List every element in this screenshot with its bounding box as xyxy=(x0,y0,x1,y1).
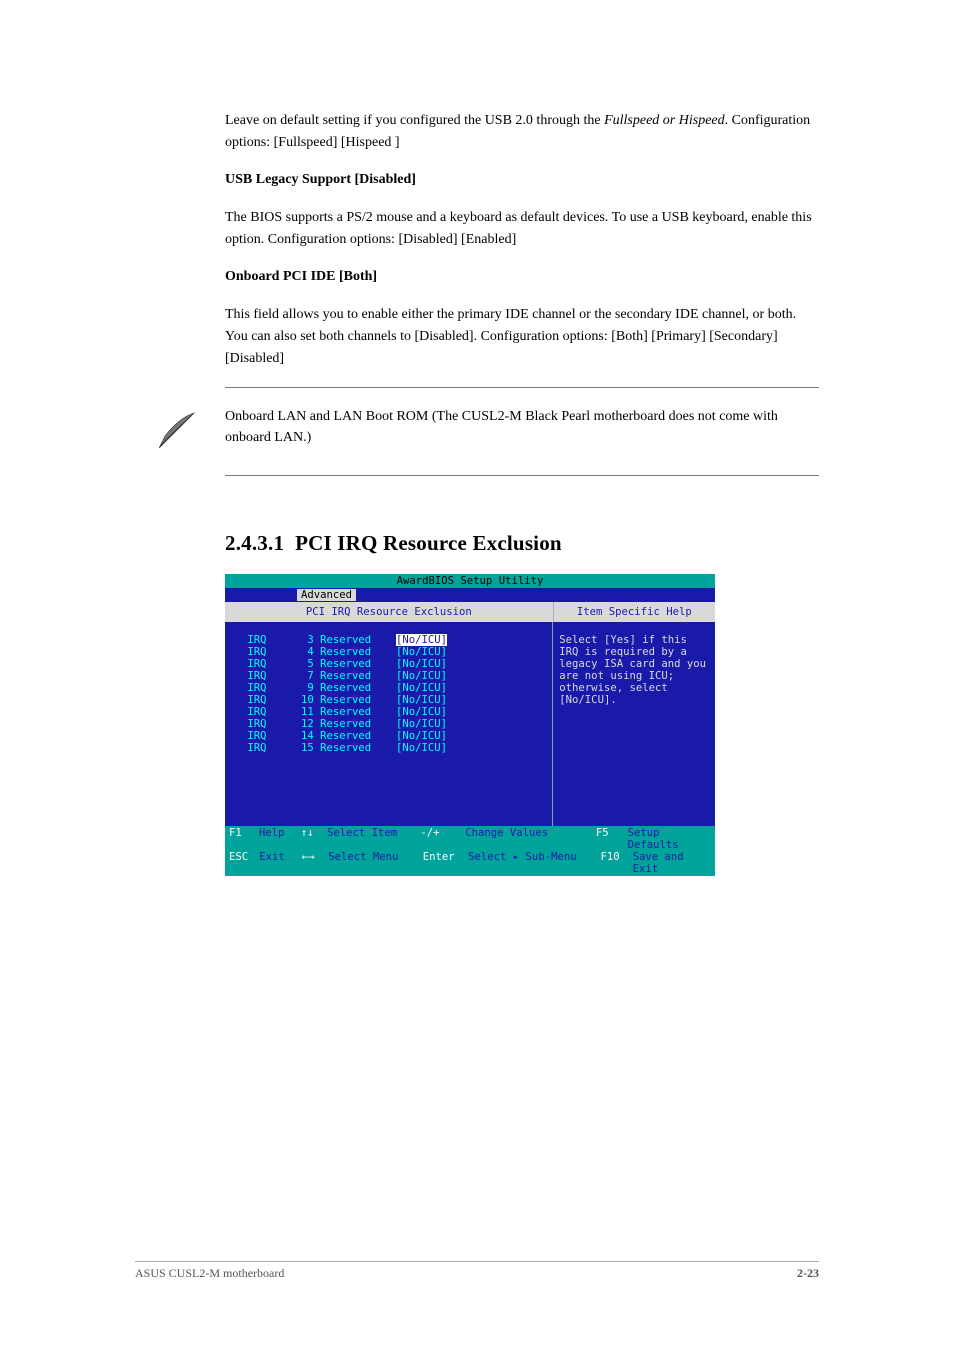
page-footer: ASUS CUSL2-M motherboard 2-23 xyxy=(135,1261,819,1281)
usb20-paragraph: Leave on default setting if you configur… xyxy=(225,110,819,153)
note-text: Onboard LAN and LAN Boot ROM (The CUSL2-… xyxy=(225,406,819,448)
irq-row[interactable]: IRQ 9 Reserved[No/ICU] xyxy=(241,682,544,694)
irq-row[interactable]: IRQ12 Reserved[No/ICU] xyxy=(241,718,544,730)
onboard-ide-heading: Onboard PCI IDE [Both] xyxy=(225,266,819,288)
section-heading: 2.4.3.1 PCI IRQ Resource Exclusion xyxy=(225,531,819,556)
irq-row[interactable]: IRQ 4 Reserved[No/ICU] xyxy=(241,646,544,658)
irq-row[interactable]: IRQ10 Reserved[No/ICU] xyxy=(241,694,544,706)
irq-row[interactable]: IRQ 7 Reserved[No/ICU] xyxy=(241,670,544,682)
bios-tab-advanced[interactable]: Advanced xyxy=(297,589,356,601)
divider xyxy=(225,475,819,476)
usb-legacy-paragraph: The BIOS supports a PS/2 mouse and a key… xyxy=(225,207,819,250)
irq-row[interactable]: IRQ14 Reserved[No/ICU] xyxy=(241,730,544,742)
bios-titlebar: AwardBIOS Setup Utility xyxy=(225,574,715,588)
irq-row[interactable]: IRQ11 Reserved[No/ICU] xyxy=(241,706,544,718)
bios-tabbar: Advanced xyxy=(225,588,715,602)
bios-footer: F1Help ↑↓Select Item -/+Change Values F5… xyxy=(225,826,715,876)
usb-legacy-heading: USB Legacy Support [Disabled] xyxy=(225,169,819,191)
bios-screenshot: AwardBIOS Setup Utility Advanced PCI IRQ… xyxy=(225,574,715,876)
note-quill-icon xyxy=(155,406,225,457)
irq-row[interactable]: IRQ15 Reserved[No/ICU] xyxy=(241,742,544,754)
divider xyxy=(225,387,819,388)
onboard-ide-paragraph: This field allows you to enable either t… xyxy=(225,304,819,369)
bios-help-text: Select [Yes] if this IRQ is required by … xyxy=(553,622,715,826)
bios-irq-list: IRQ 3 Reserved[No/ICU] IRQ 4 Reserved[No… xyxy=(225,622,553,826)
bios-panel-header: PCI IRQ Resource Exclusion Item Specific… xyxy=(225,602,715,622)
irq-row[interactable]: IRQ 5 Reserved[No/ICU] xyxy=(241,658,544,670)
irq-row[interactable]: IRQ 3 Reserved[No/ICU] xyxy=(241,634,544,646)
